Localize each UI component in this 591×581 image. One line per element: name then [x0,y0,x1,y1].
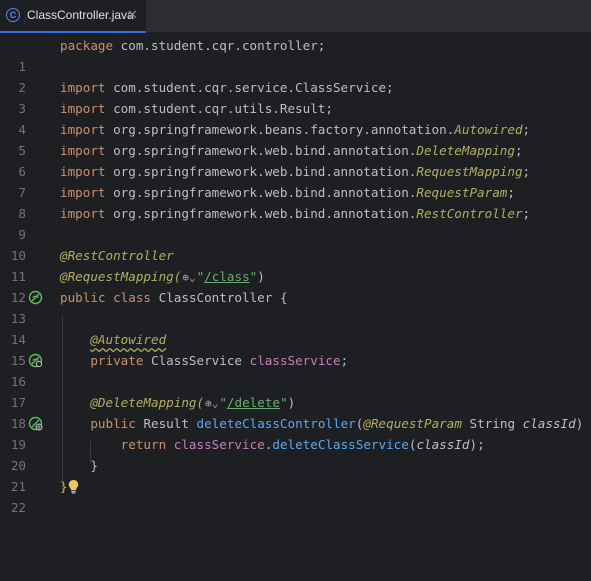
semicolon: ; [523,122,531,137]
spring-bean-icon[interactable] [28,353,43,368]
editor-tab-bar: C ClassController.java ✕ [0,0,591,33]
keyword: import [60,143,106,158]
import-path: org.springframework.web.bind.annotation. [106,185,417,200]
semicolon: ; [523,206,531,221]
keyword: return [121,437,167,452]
code-line: 2 [0,56,591,77]
code-line: 15 @Autowired [0,329,591,350]
url-link[interactable]: /class [204,269,250,284]
import-path: com.student.cqr.service.ClassService; [106,80,394,95]
code-line: 19 public Result deleteClassController(@… [0,413,591,434]
annotation-name: DeleteMapping [416,143,515,158]
keyword: public [90,416,136,431]
type-name: ClassService [151,353,242,368]
keyword: public [60,290,106,305]
brace: { [280,290,288,305]
url-link[interactable]: /delete [227,395,280,410]
code-line: 21 } [0,455,591,476]
import-path: org.springframework.web.bind.annotation. [106,143,417,158]
code-line: 4 import com.student.cqr.utils.Result; [0,98,591,119]
field-name: classService [174,437,265,452]
annotation-name: RequestMapping [416,164,522,179]
code-editor[interactable]: 1 package com.student.cqr.controller; 2 … [0,33,591,494]
parameter-name: classId [523,416,576,431]
line-number: 22 [0,497,26,518]
annotation-name: Autowired [454,122,522,137]
close-icon[interactable]: ✕ [127,8,138,23]
code-line: 12 @RequestMapping(⊕⌄"/class") [0,266,591,287]
annotation: @RestController [60,248,174,263]
lightbulb-icon[interactable] [67,479,80,494]
paren: ) [257,269,265,284]
import-path: org.springframework.web.bind.annotation. [106,164,417,179]
code-line: 13 public class ClassController { [0,287,591,308]
brace: } [90,458,98,473]
code-line: 18 @DeleteMapping(⊕⌄"/delete") [0,392,591,413]
paren: ) [576,416,584,431]
keyword: import [60,101,106,116]
code-line: 11 @RestController [0,245,591,266]
annotation: @RequestParam [363,416,462,431]
quote: " [219,395,227,410]
code-line: 20 return classService.deleteClassServic… [0,434,591,455]
code-line: 16 private ClassService classService; [0,350,591,371]
code-line: 1 package com.student.cqr.controller; [0,35,591,56]
keyword: import [60,206,106,221]
method-name: deleteClassController [197,416,356,431]
parameter-name: classId [416,437,469,452]
globe-icon[interactable]: ⊕⌄ [182,271,195,285]
keyword: class [113,290,151,305]
keyword: import [60,164,106,179]
code-line: 6 import org.springframework.web.bind.an… [0,140,591,161]
keyword: import [60,80,106,95]
keyword: import [60,185,106,200]
java-class-icon: C [6,8,20,22]
method-name: deleteClassService [272,437,408,452]
package-name: com.student.cqr.controller; [113,38,325,53]
tab-classcontroller[interactable]: C ClassController.java ✕ [0,0,146,33]
code-line: 14 [0,308,591,329]
code-line: 17 [0,371,591,392]
annotation: @RequestMapping( [60,269,181,284]
semicolon: ; [515,143,523,158]
tab-title: ClassController.java [27,8,134,22]
spring-bean-icon[interactable] [28,290,43,305]
quote: " [280,395,288,410]
semicolon: ; [507,185,515,200]
import-path: com.student.cqr.utils.Result; [106,101,333,116]
annotation-name: RequestParam [416,185,507,200]
code-line: 10 [0,224,591,245]
code-line: 7 import org.springframework.web.bind.an… [0,161,591,182]
class-name: ClassController [159,290,273,305]
keyword: private [90,353,143,368]
code-line: 9 import org.springframework.web.bind.an… [0,203,591,224]
annotation: @DeleteMapping( [90,395,204,410]
type-name: Result [143,416,189,431]
annotation: @Autowired [90,332,166,347]
paren: ); [470,437,485,452]
annotation-name: RestController [416,206,522,221]
field-name: classService [250,353,341,368]
code-line: 8 import org.springframework.web.bind.an… [0,182,591,203]
globe-icon[interactable]: ⊕⌄ [205,397,218,411]
paren: ) [288,395,296,410]
code-line: 3 import com.student.cqr.service.ClassSe… [0,77,591,98]
import-path: org.springframework.web.bind.annotation. [106,206,417,221]
keyword: import [60,122,106,137]
semicolon: ; [523,164,531,179]
import-path: org.springframework.beans.factory.annota… [106,122,455,137]
spring-endpoint-icon[interactable] [28,416,43,431]
code-line: 5 import org.springframework.beans.facto… [0,119,591,140]
semicolon: ; [341,353,349,368]
keyword: package [60,38,113,53]
type-name: String [470,416,516,431]
